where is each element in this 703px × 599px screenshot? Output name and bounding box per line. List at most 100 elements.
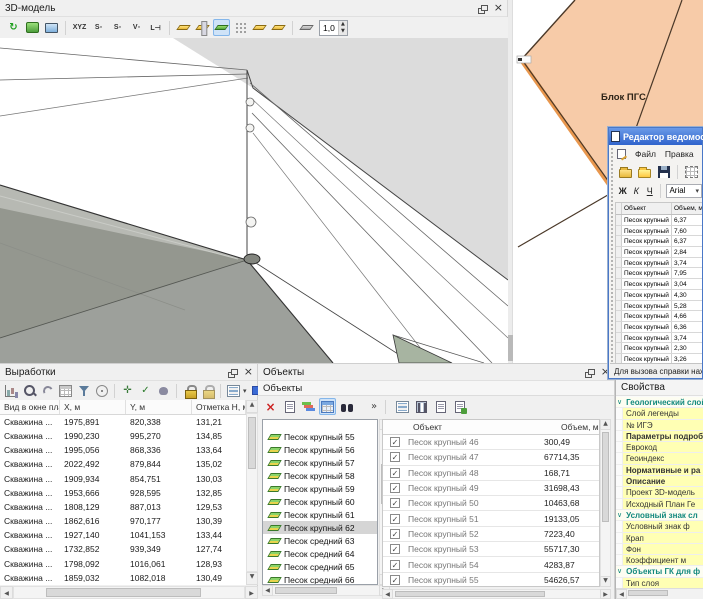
table-row[interactable]: Скважина ...2022,492879,844135,02 [0, 457, 246, 471]
scale-spinner[interactable]: 1,0 ▲▼ [319, 20, 348, 36]
list-item[interactable]: Песок крупный 62 [263, 521, 377, 534]
property-row[interactable]: ∨Условный знак сл [616, 510, 703, 521]
preview-icon[interactable] [281, 398, 298, 415]
property-row[interactable]: Слой легенды [616, 408, 703, 419]
table-row[interactable]: ✓Песок крупный 527223,40 [383, 527, 599, 542]
solid-colored-view-icon[interactable] [213, 19, 230, 36]
scroll-right-icon[interactable]: ▶ [245, 586, 258, 599]
boreholes-table-header[interactable]: Вид в окне плане X, м Y, м Отметка H, м [0, 400, 246, 415]
property-row[interactable]: Исходный План Ге [616, 499, 703, 510]
table-row[interactable]: ✓Песок крупный 5010463,68 [383, 496, 599, 511]
property-row[interactable]: Тип слоя [616, 578, 703, 588]
properties-horizontal-scrollbar[interactable]: ◀ [616, 588, 703, 599]
table-row[interactable]: ✓Песок крупный 544283,87 [383, 557, 599, 572]
point-icon[interactable] [93, 382, 110, 399]
open-icon[interactable] [617, 163, 634, 180]
list-item[interactable]: Песок крупный 55 [263, 430, 377, 443]
table-row[interactable]: Скважина ...1808,129887,013129,53 [0, 500, 246, 514]
group-chevron-icon[interactable]: ∨ [616, 566, 623, 576]
list-item[interactable]: Песок средний 64 [263, 547, 377, 560]
refresh-icon[interactable]: ↻ [5, 19, 22, 36]
objects-table[interactable]: Объект Объем, м3 ✓Песок крупный 46300,49… [382, 419, 600, 587]
col-volume[interactable]: Объем, м3 [557, 420, 600, 434]
list-item[interactable]: Песок крупный 60 [263, 495, 377, 508]
table-row[interactable]: Скважина ...1927,1401041,153133,44 [0, 528, 246, 542]
layers-icon[interactable] [300, 398, 317, 415]
list-item[interactable]: Песок средний 66 [263, 573, 377, 585]
underline-button[interactable]: Ч [644, 184, 655, 198]
export-document-icon[interactable] [451, 398, 468, 415]
bold-button[interactable]: Ж [617, 184, 628, 198]
copy-document-icon[interactable] [432, 398, 449, 415]
property-row[interactable]: Условный знак ф [616, 521, 703, 532]
menu-edit[interactable]: Правка [665, 149, 694, 159]
building-icon[interactable] [413, 398, 430, 415]
search-icon[interactable] [21, 382, 38, 399]
slab-bottom-icon[interactable] [270, 19, 287, 36]
horizontal-scrollbar[interactable] [13, 586, 245, 599]
volume-icon[interactable]: V▫ [128, 19, 145, 36]
table-row[interactable]: ✓Песок крупный 5355717,30 [383, 542, 599, 557]
dxf-export-icon[interactable] [24, 19, 41, 36]
window-grip[interactable] [610, 147, 614, 377]
table-row[interactable]: Песок крупный 22,30 [616, 343, 702, 354]
table-row[interactable]: ✓Песок крупный 46300,49 [383, 435, 599, 450]
save-icon[interactable] [655, 163, 672, 180]
checkbox[interactable]: ✓ [390, 514, 400, 524]
spin-down-icon[interactable]: ▼ [339, 28, 347, 35]
list-item[interactable]: Песок крупный 59 [263, 482, 377, 495]
property-row[interactable]: Описание [616, 476, 703, 487]
checkbox[interactable]: ✓ [390, 452, 400, 462]
toolbar-overflow-icon[interactable]: » [371, 402, 377, 412]
checkbox[interactable]: ✓ [390, 544, 400, 554]
list-item[interactable]: Песок крупный 58 [263, 469, 377, 482]
table-borders-icon[interactable] [683, 163, 700, 180]
apply-icon[interactable]: ✓ [137, 382, 154, 399]
close-icon[interactable]: × [494, 2, 503, 14]
scroll-up-icon[interactable]: ▲ [246, 400, 258, 413]
float-window-icon[interactable] [228, 369, 238, 378]
slab-top-icon[interactable] [251, 19, 268, 36]
property-row[interactable]: Геоиндекс [616, 453, 703, 464]
property-row[interactable]: ∨Объекты ГК для ф [616, 566, 703, 577]
group-chevron-icon[interactable]: ∨ [616, 510, 623, 520]
table-row[interactable]: ✓Песок крупный 4767714,35 [383, 450, 599, 465]
surface-area-icon[interactable]: S▫ [109, 19, 126, 36]
table-row[interactable]: Песок крупный 24,30 [616, 290, 702, 301]
table-row[interactable]: ✓Песок крупный 4931698,43 [383, 481, 599, 496]
list-style-icon[interactable] [225, 382, 242, 399]
table-row[interactable]: Песок крупный 23,74 [616, 333, 702, 344]
float-window-icon[interactable] [478, 5, 488, 14]
table-row[interactable]: Песок крупный 24,66 [616, 311, 702, 322]
move-icon[interactable]: ✛ [119, 382, 136, 399]
table-row[interactable]: Скважина ...1798,0921016,061128,93 [0, 557, 246, 571]
table-row[interactable]: Скважина ...1995,056868,336133,64 [0, 443, 246, 457]
col-elevation[interactable]: Отметка H, м [192, 400, 246, 414]
table-row[interactable]: Скважина ...1953,666928,595132,85 [0, 486, 246, 500]
checkbox[interactable]: ✓ [390, 468, 400, 478]
list-item[interactable]: Песок крупный 61 [263, 508, 377, 521]
table-row[interactable]: Песок крупный 26,37 [616, 215, 702, 226]
solid-view-icon[interactable] [175, 19, 192, 36]
list-item[interactable]: Песок средний 65 [263, 560, 377, 573]
scroll-left-icon[interactable]: ◀ [262, 585, 273, 596]
table-row[interactable]: Песок крупный 22,84 [616, 247, 702, 258]
checkbox[interactable]: ✓ [390, 575, 400, 585]
italic-button[interactable]: К [630, 184, 641, 198]
property-row[interactable]: Коэффициент м [616, 555, 703, 566]
points-view-icon[interactable] [232, 19, 249, 36]
property-row[interactable]: ∨Геологический слой [616, 397, 703, 408]
table-row[interactable]: ✓Песок крупный 5119133,05 [383, 511, 599, 526]
point-area-icon[interactable]: S▫ [90, 19, 107, 36]
editor-table[interactable]: Объект Объем, м3 Песок крупный 26,37Песо… [615, 202, 702, 364]
table-row[interactable]: ✓Песок крупный 48168,71 [383, 466, 599, 481]
list-item[interactable]: Песок крупный 57 [263, 456, 377, 469]
scroll-right-icon[interactable]: ▶ [600, 589, 611, 599]
checkbox[interactable]: ✓ [390, 498, 400, 508]
table-horizontal-scrollbar[interactable]: ◀ ▶ [382, 589, 611, 599]
table-row[interactable]: ✓Песок крупный 5554626,57 [383, 573, 599, 587]
table-row[interactable]: Скважина ...1909,934854,751130,03 [0, 472, 246, 486]
objects-list[interactable]: Песок крупный 55Песок крупный 56Песок кр… [262, 419, 378, 585]
filter-icon[interactable] [75, 382, 92, 399]
profile-curve-icon[interactable] [39, 382, 56, 399]
